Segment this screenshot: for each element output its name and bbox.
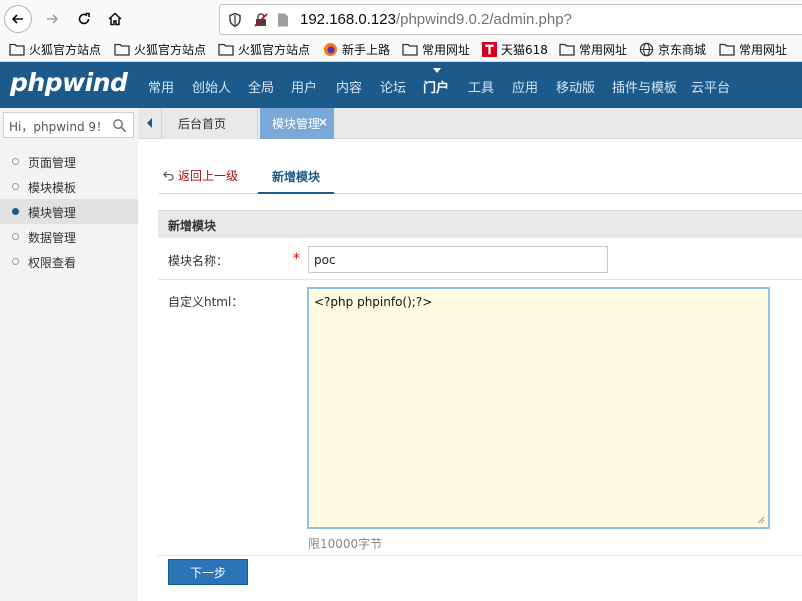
- bookmark-item[interactable]: 常用网址: [719, 41, 787, 58]
- close-icon[interactable]: ×: [318, 115, 328, 129]
- bookmark-item[interactable]: 常用网址: [402, 41, 470, 58]
- menu-item-content[interactable]: 内容: [336, 77, 362, 96]
- bookmark-item[interactable]: 新手上路: [323, 41, 390, 58]
- menu-item-users[interactable]: 用户: [291, 77, 317, 96]
- tab-bar: 后台首页 模块管理 ×: [138, 108, 802, 139]
- next-step-button[interactable]: 下一步: [168, 559, 248, 585]
- folder-icon: [402, 43, 418, 56]
- tab-add-module[interactable]: 新增模块: [258, 161, 334, 194]
- page-icon: [278, 13, 288, 27]
- menu-item-global[interactable]: 全局: [248, 77, 274, 96]
- back-arrow-icon: [163, 171, 174, 181]
- menu-item-cloud[interactable]: 云平台: [691, 77, 730, 96]
- globe-icon: [639, 42, 654, 57]
- sidebar-item-permission-view[interactable]: 权限查看: [0, 249, 138, 274]
- menu-item-apps[interactable]: 应用: [512, 77, 538, 96]
- browser-toolbar: 192.168.0.123/phpwind9.0.2/admin.php?: [0, 0, 802, 38]
- section-header: 新增模块: [158, 210, 802, 238]
- bookmark-item[interactable]: 火狐官方站点: [9, 41, 101, 58]
- bookmark-item[interactable]: 京东商城: [639, 41, 706, 58]
- caret-left-icon: [146, 118, 152, 128]
- divider: [158, 555, 802, 556]
- menu-item-common[interactable]: 常用: [148, 77, 174, 96]
- back-link[interactable]: 返回上一级: [163, 167, 238, 184]
- folder-icon: [719, 43, 735, 56]
- forward-arrow-icon: [47, 14, 59, 24]
- insecure-lock-icon: [254, 13, 268, 27]
- folder-icon: [218, 43, 234, 56]
- url-bar[interactable]: 192.168.0.123/phpwind9.0.2/admin.php?: [219, 4, 802, 35]
- menu-item-forum[interactable]: 论坛: [380, 77, 406, 96]
- bookmark-item[interactable]: 天猫618: [482, 41, 548, 58]
- bookmark-item[interactable]: 火狐官方站点: [114, 41, 206, 58]
- sidebar-search-input[interactable]: Hi，phpwind 9！: [3, 112, 134, 138]
- byte-limit-hint: 限10000字节: [308, 537, 383, 551]
- folder-icon: [559, 43, 575, 56]
- bookmark-item[interactable]: 火狐官方站点: [218, 41, 310, 58]
- bullet-icon: [12, 158, 19, 165]
- search-icon[interactable]: [112, 118, 127, 133]
- folder-icon: [9, 43, 25, 56]
- back-button[interactable]: [4, 5, 32, 33]
- module-name-label: 模块名称：: [168, 254, 229, 268]
- firefox-icon: [323, 42, 338, 57]
- bookmark-item[interactable]: 常用网址: [559, 41, 627, 58]
- collapse-sidebar-button[interactable]: [138, 108, 162, 138]
- forward-button[interactable]: [38, 5, 66, 33]
- sidebar-item-module-template[interactable]: 模块模板: [0, 174, 138, 199]
- home-icon: [108, 12, 122, 26]
- form-row-module-name: 模块名称： *: [158, 238, 802, 280]
- active-menu-indicator: [433, 68, 441, 73]
- phpwind-logo[interactable]: phpwind: [10, 68, 128, 97]
- resize-grip-icon[interactable]: [757, 516, 765, 524]
- menu-item-founder[interactable]: 创始人: [192, 77, 231, 96]
- bullet-icon: [12, 233, 19, 240]
- module-name-input[interactable]: [308, 246, 608, 273]
- menu-item-mobile[interactable]: 移动版: [556, 77, 595, 96]
- sub-nav: 返回上一级 新增模块: [158, 161, 802, 194]
- folder-icon: [114, 43, 130, 56]
- sidebar-item-data-manage[interactable]: 数据管理: [0, 224, 138, 249]
- tmall-icon: [482, 42, 497, 57]
- tab-admin-home[interactable]: 后台首页: [164, 108, 258, 139]
- sidebar: Hi，phpwind 9！ 页面管理 模块模板 模块管理 数据管理 权限查看: [0, 108, 138, 601]
- shield-icon: [229, 12, 241, 28]
- reload-button[interactable]: [70, 5, 98, 33]
- reload-icon: [78, 12, 90, 25]
- bookmarks-bar: 火狐官方站点 火狐官方站点 火狐官方站点 新手上路 常用网址 天猫618 常用网…: [0, 38, 802, 62]
- custom-html-label: 自定义html：: [168, 295, 244, 309]
- url-text: 192.168.0.123/phpwind9.0.2/admin.php?: [300, 11, 572, 28]
- tab-module-manage[interactable]: 模块管理 ×: [260, 108, 334, 139]
- sidebar-item-page-manage[interactable]: 页面管理: [0, 149, 138, 174]
- bullet-icon: [12, 183, 19, 190]
- custom-html-textarea[interactable]: <?php phpinfo();?>: [307, 287, 770, 529]
- menu-item-portal[interactable]: 门户: [423, 77, 449, 96]
- admin-top-nav: phpwind 常用 创始人 全局 用户 内容 论坛 门户 工具 应用 移动版 …: [0, 62, 802, 108]
- bullet-icon: [12, 208, 19, 215]
- menu-item-plugins-templates[interactable]: 插件与模板: [612, 77, 677, 96]
- home-button[interactable]: [101, 5, 129, 33]
- sidebar-item-module-manage[interactable]: 模块管理: [0, 199, 138, 224]
- required-mark: *: [293, 251, 300, 267]
- back-arrow-icon: [11, 14, 23, 24]
- menu-item-tools[interactable]: 工具: [468, 77, 494, 96]
- bullet-icon: [12, 258, 19, 265]
